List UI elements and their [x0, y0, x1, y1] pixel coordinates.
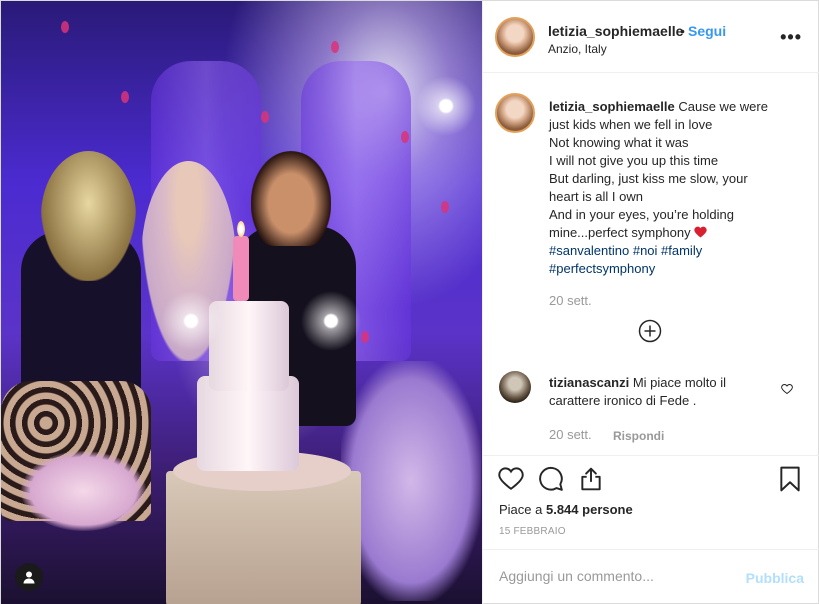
petal [261, 111, 269, 123]
red-heart-icon [694, 226, 707, 238]
tagged-users-button[interactable] [15, 563, 43, 591]
petal [361, 331, 369, 343]
post-location[interactable]: Anzio, Italy [548, 42, 607, 56]
dessert-table [341, 361, 481, 601]
man-head [251, 151, 331, 246]
share-icon[interactable] [578, 466, 604, 492]
sparkler [301, 291, 361, 351]
post-side-panel: letizia_sophiemaelle • Segui Anzio, Ital… [482, 1, 819, 604]
caption-text-line: Not knowing what it was [549, 135, 689, 150]
like-icon[interactable] [498, 466, 524, 492]
likes-number: 5.844 [545, 502, 579, 517]
light-glow [401, 61, 482, 151]
more-options-icon[interactable]: ••• [780, 27, 802, 48]
woman-head [41, 151, 136, 281]
reply-button[interactable]: Rispondi [613, 429, 664, 443]
post-modal: letizia_sophiemaelle • Segui Anzio, Ital… [0, 0, 819, 604]
comment-icon[interactable] [538, 466, 564, 492]
petal [331, 41, 339, 53]
comment: tizianascanzi Mi piace molto il caratter… [549, 374, 779, 410]
comment-input[interactable] [499, 568, 729, 584]
cake-top-tier [209, 301, 289, 391]
post-caption: letizia_sophiemaelle Cause we were just … [549, 98, 799, 278]
post-photo[interactable] [1, 1, 482, 604]
caption-hashtags[interactable]: #perfectsymphony [549, 260, 799, 278]
user-icon [23, 571, 35, 584]
caption-text-line: mine...perfect symphony [549, 225, 691, 240]
separator-dot: • [680, 23, 685, 39]
comment-date[interactable]: 20 sett. [549, 427, 592, 442]
comment-username[interactable]: tizianascanzi [549, 375, 629, 390]
number-one-candle [233, 236, 249, 301]
caption-text-line: just kids when we fell in love [549, 117, 713, 132]
likes-count[interactable]: Piace a 5.844 persone [499, 502, 633, 517]
comment-like-icon[interactable] [781, 383, 793, 395]
caption-text-line: Cause we were [678, 99, 768, 114]
petal [401, 131, 409, 143]
caption-date[interactable]: 20 sett. [549, 293, 592, 308]
post-header: letizia_sophiemaelle • Segui Anzio, Ital… [483, 1, 819, 73]
add-comment-bar: Pubblica [483, 549, 819, 604]
caption-username[interactable]: letizia_sophiemaelle [549, 99, 675, 114]
likes-suffix: persone [578, 502, 633, 517]
caption-text-line: But darling, just kiss me slow, your [549, 171, 748, 186]
load-more-comments-icon[interactable] [638, 319, 662, 343]
caption-avatar[interactable] [495, 93, 535, 133]
candle-flame [237, 221, 245, 237]
avatar[interactable] [495, 17, 535, 57]
follow-button[interactable]: Segui [688, 23, 726, 39]
post-username[interactable]: letizia_sophiemaelle [548, 23, 683, 39]
likes-prefix: Piace a [499, 502, 546, 517]
post-date[interactable]: 15 FEBBRAIO [499, 526, 566, 537]
petal [441, 201, 449, 213]
post-actions: Piace a 5.844 persone 15 FEBBRAIO Pubbli… [483, 455, 819, 604]
sparkler [161, 291, 221, 351]
caption-text-line: And in your eyes, you’re holding [549, 207, 735, 222]
petal [61, 21, 69, 33]
caption-hashtags[interactable]: #sanvalentino #noi #family [549, 242, 799, 260]
publish-button[interactable]: Pubblica [746, 570, 804, 586]
commenter-avatar[interactable] [499, 371, 531, 403]
petal [121, 91, 129, 103]
caption-text-line: heart is all I own [549, 189, 643, 204]
bookmark-icon[interactable] [777, 466, 803, 492]
cupcake-stand [21, 451, 146, 531]
caption-text-line: I will not give you up this time [549, 153, 719, 168]
